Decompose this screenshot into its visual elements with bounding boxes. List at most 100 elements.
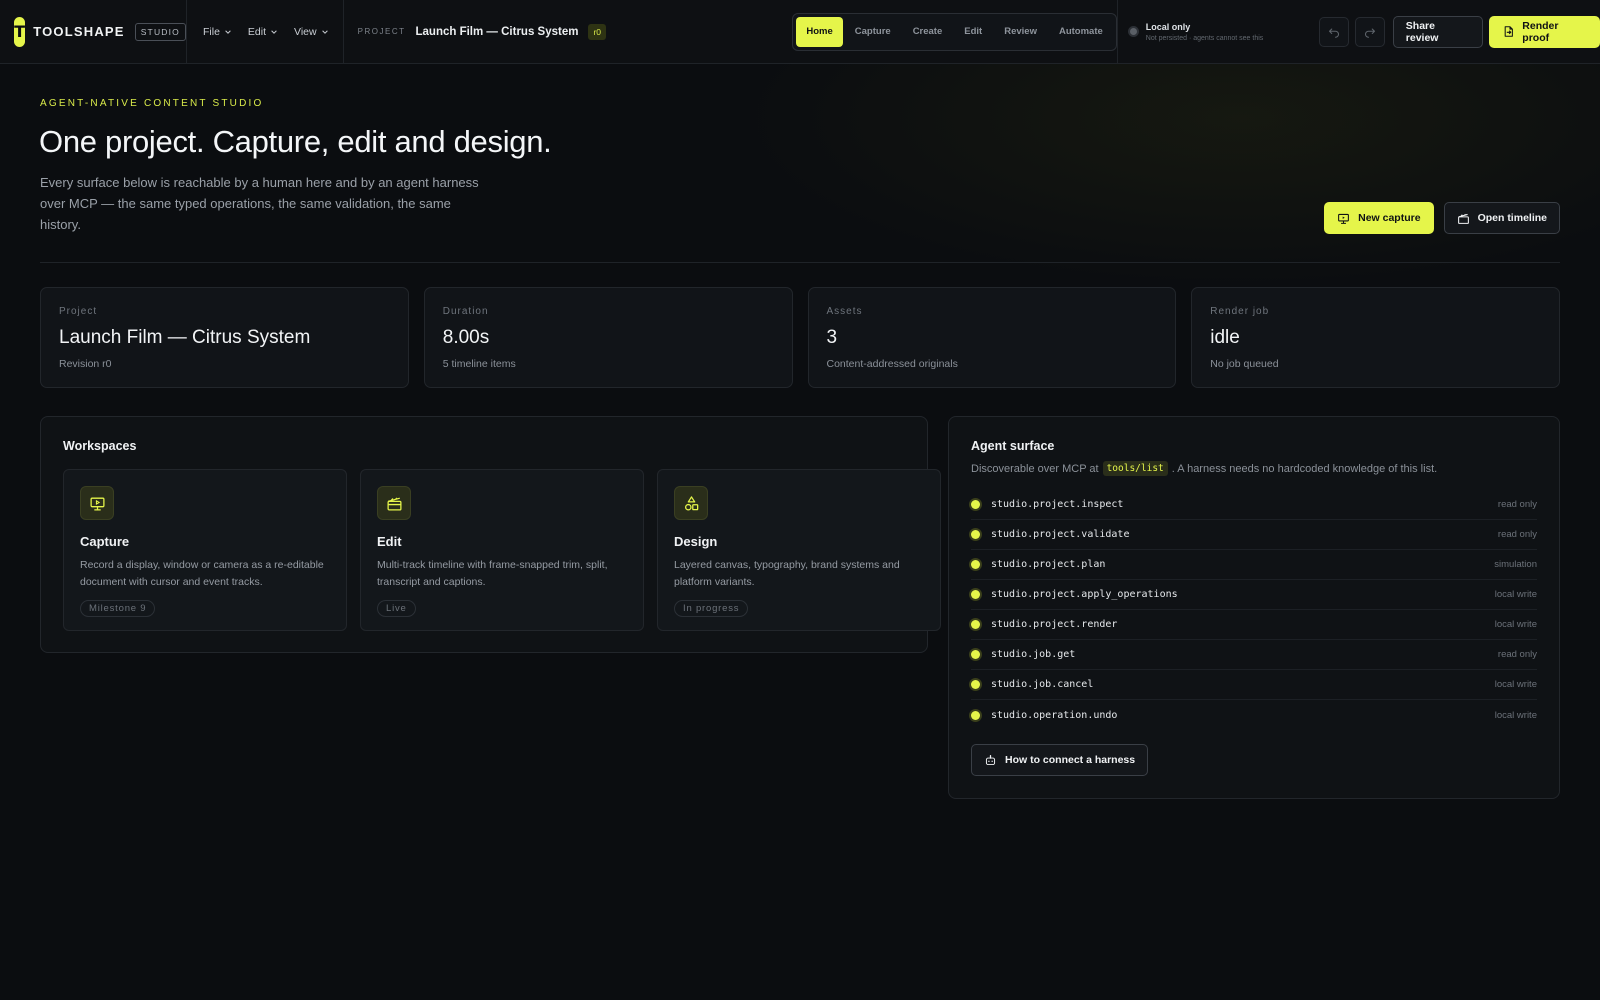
tab-create[interactable]: Create <box>903 17 953 47</box>
tool-name: studio.operation.undo <box>991 709 1118 721</box>
brand: T TOOLSHAPE STUDIO <box>0 0 187 64</box>
tool-name: studio.job.cancel <box>991 679 1094 690</box>
stat-card-project: Project Launch Film — Citrus System Revi… <box>40 287 409 388</box>
section-divider <box>40 262 1560 263</box>
tool-row[interactable]: studio.job.get read only <box>971 640 1537 670</box>
redo-button[interactable] <box>1354 16 1385 47</box>
tab-capture[interactable]: Capture <box>845 17 901 47</box>
tool-scope: read only <box>1497 649 1537 660</box>
render-proof-button[interactable]: Render proof <box>1488 15 1600 48</box>
mode-tabs: Home Capture Create Edit Review Automate <box>792 12 1117 51</box>
share-review-button[interactable]: Share review <box>1392 15 1483 48</box>
agent-surface-title: Agent surface <box>971 439 1055 453</box>
tool-row[interactable]: studio.project.render local write <box>971 610 1537 640</box>
tool-name: studio.project.plan <box>991 559 1106 570</box>
workspace-status-badge: Live <box>377 600 416 617</box>
stat-label: Render job <box>1210 306 1270 317</box>
brand-name: TOOLSHAPE <box>33 24 125 39</box>
workspace-description: Record a display, window or camera as a … <box>80 559 324 588</box>
tab-automate[interactable]: Automate <box>1049 17 1113 47</box>
menu-edit[interactable]: Edit <box>248 26 278 38</box>
tool-scope: local write <box>1494 679 1537 690</box>
tool-row[interactable]: studio.project.apply_operations local wri… <box>971 580 1537 610</box>
tool-status-dot <box>971 500 980 509</box>
status-subtitle: Not persisted · agents cannot see this <box>1145 34 1264 42</box>
tab-edit[interactable]: Edit <box>954 17 992 47</box>
workspace-card-edit[interactable]: Edit Multi-track timeline with frame-sna… <box>360 469 644 631</box>
menu-view[interactable]: View <box>294 26 329 38</box>
stat-card-duration: Duration 8.00s 5 timeline items <box>423 287 793 388</box>
screen-record-icon <box>89 497 105 511</box>
new-capture-button[interactable]: New capture <box>1324 202 1434 234</box>
tool-row[interactable]: studio.project.inspect read only <box>971 490 1537 520</box>
persistence-status: Local only Not persisted · agents cannot… <box>1116 0 1307 64</box>
app-logo[interactable]: T <box>14 16 26 47</box>
workspace-icon <box>674 486 708 520</box>
tool-status-dot <box>971 680 980 689</box>
tool-row[interactable]: studio.job.cancel local write <box>971 670 1537 700</box>
tools-list-code: tools/list <box>1102 461 1168 476</box>
tool-scope: read only <box>1497 499 1537 510</box>
menu-file[interactable]: File <box>203 26 232 38</box>
tool-list: studio.project.inspect read only studio.p… <box>971 490 1537 730</box>
tool-status-dot <box>971 650 980 659</box>
agent-surface-panel: Agent surface Discoverable over MCP at t… <box>948 416 1560 799</box>
stat-meta: 5 timeline items <box>442 358 516 370</box>
hero-actions: New capture Open timeline <box>1324 202 1560 234</box>
revision-badge: r0 <box>588 23 607 40</box>
menu-label: View <box>294 25 317 38</box>
stat-value: 3 <box>826 327 838 348</box>
screen-record-icon <box>1338 213 1350 224</box>
tab-review[interactable]: Review <box>994 17 1047 47</box>
workspace-status-badge: In progress <box>674 600 749 617</box>
tool-row[interactable]: studio.project.validate read only <box>971 520 1537 550</box>
tool-scope: local write <box>1494 709 1537 721</box>
chevron-down-icon <box>271 29 277 34</box>
open-timeline-button[interactable]: Open timeline <box>1443 202 1560 234</box>
tool-name: studio.job.get <box>991 649 1076 660</box>
undo-icon <box>1328 27 1339 38</box>
workspace-name: Capture <box>80 534 130 549</box>
project-label: PROJECT <box>357 27 406 36</box>
hero-subtitle: Every surface below is reachable by a hu… <box>40 175 479 232</box>
tool-status-dot <box>971 530 980 539</box>
menu-label: File <box>203 25 220 38</box>
new-capture-label: New capture <box>1358 212 1421 224</box>
stat-card-assets: Assets 3 Content-addressed originals <box>807 287 1177 388</box>
status-dot-icon <box>1127 26 1139 37</box>
page-title: One project. Capture, edit and design. <box>39 124 552 159</box>
clapperboard-icon <box>1457 213 1469 224</box>
agent-surface-description: Discoverable over MCP at tools/list . A … <box>971 461 1537 476</box>
tool-scope: read only <box>1497 529 1537 540</box>
workspace-card-capture[interactable]: Capture Record a display, window or came… <box>63 469 347 631</box>
workspace-status-badge: Milestone 9 <box>80 600 156 617</box>
tool-scope: local write <box>1494 619 1537 630</box>
tool-row[interactable]: studio.project.plan simulation <box>971 550 1537 580</box>
workspace-card-design[interactable]: Design Layered canvas, typography, brand… <box>657 469 941 631</box>
workspaces-title: Workspaces <box>63 439 137 453</box>
tool-name: studio.project.validate <box>991 529 1130 540</box>
connect-harness-button[interactable]: How to connect a harness <box>971 744 1149 776</box>
share-review-label: Share review <box>1405 19 1439 44</box>
agent-sub-text: . A harness needs no hardcoded knowledge… <box>1171 462 1438 475</box>
undo-button[interactable] <box>1318 16 1349 47</box>
tool-name: studio.project.inspect <box>991 499 1124 510</box>
workspace-description: Multi-track timeline with frame-snapped … <box>377 559 608 588</box>
brand-tag: STUDIO <box>134 22 186 41</box>
stat-meta: Content-addressed originals <box>826 358 958 370</box>
workspace-icon <box>377 486 411 520</box>
stat-value: 8.00s <box>442 327 490 348</box>
chevron-down-icon <box>321 29 328 34</box>
tool-status-dot <box>971 710 980 720</box>
hero-eyebrow: AGENT-NATIVE CONTENT STUDIO <box>40 98 264 109</box>
stat-meta: Revision r0 <box>59 358 112 370</box>
shapes-icon <box>684 495 698 511</box>
render-proof-label: Render proof <box>1522 19 1559 44</box>
project-stats: Project Launch Film — Citrus System Revi… <box>40 287 1560 388</box>
project-title[interactable]: Launch Film — Citrus System <box>416 26 579 38</box>
chevron-down-icon <box>225 29 231 34</box>
project-breadcrumb: PROJECT Launch Film — Citrus System r0 <box>344 0 792 64</box>
tool-row[interactable]: studio.operation.undo local write <box>971 700 1537 730</box>
export-file-icon <box>1504 26 1513 37</box>
tab-home[interactable]: Home <box>796 16 843 47</box>
